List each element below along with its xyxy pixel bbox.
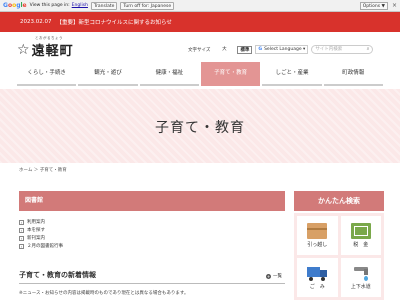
turn-off-button[interactable]: Turn off for: Japanese bbox=[120, 1, 175, 10]
font-size-label: 文字サイズ bbox=[188, 47, 211, 53]
tile-label: 引っ越し bbox=[307, 242, 328, 248]
tile-label: 税 金 bbox=[353, 242, 369, 248]
link-label[interactable]: ２月の図書館行事 bbox=[27, 243, 63, 249]
moving-box-icon bbox=[307, 223, 328, 239]
page-title: 子育て・教育 bbox=[155, 120, 245, 136]
quick-search-water[interactable]: 上下水道 bbox=[340, 258, 381, 297]
list-item[interactable]: › ２月の図書館行事 bbox=[19, 242, 63, 250]
breadcrumb[interactable]: ホーム ＞ 子育て・教育 bbox=[19, 167, 67, 173]
garbage-truck-icon bbox=[307, 265, 328, 281]
google-translate-bar: Google View this page in: English Transl… bbox=[0, 0, 400, 12]
nav-item-health[interactable]: 健康・福祉 bbox=[139, 62, 199, 86]
site-header: ☆ とおがるちょう 遠軽町 文字サイズ 大 標準 G Select Langua… bbox=[0, 32, 400, 62]
site-search-input[interactable]: サイト内検索 ⌕ bbox=[311, 45, 374, 54]
chevron-down-icon: ▾ bbox=[301, 46, 306, 52]
language-link[interactable]: English bbox=[72, 3, 88, 8]
font-size-standard-button[interactable]: 標準 bbox=[237, 45, 253, 54]
language-select-label: Select Language bbox=[264, 46, 302, 52]
link-label[interactable]: 利用案内 bbox=[27, 219, 45, 225]
water-tap-icon bbox=[351, 265, 371, 281]
view-page-label: View this page in: bbox=[29, 3, 70, 8]
news-more-label[interactable]: 一覧 bbox=[273, 273, 282, 279]
star-icon: ☆ bbox=[17, 41, 30, 58]
list-item[interactable]: › 本を探す bbox=[19, 226, 63, 234]
nav-item-tourism[interactable]: 観光・遊び bbox=[78, 62, 138, 86]
search-icon[interactable]: ⌕ bbox=[367, 46, 370, 54]
tile-label: 上下水道 bbox=[350, 284, 371, 290]
tile-label: ご み bbox=[309, 284, 325, 290]
quick-search-heading: かんたん検索 bbox=[294, 191, 384, 211]
quick-search-tax[interactable]: 税 金 bbox=[340, 216, 381, 255]
google-logo: Google bbox=[3, 2, 27, 9]
language-select[interactable]: G Select Language ▾ bbox=[255, 45, 309, 54]
nav-item-childcare[interactable]: 子育て・教育 bbox=[200, 62, 261, 86]
header-tools: 文字サイズ 大 標準 G Select Language ▾ サイト内検索 ⌕ bbox=[188, 45, 374, 54]
nav-item-work[interactable]: しごと・産業 bbox=[262, 62, 322, 86]
options-button[interactable]: Options ▼ bbox=[359, 1, 388, 10]
global-nav: くらし・手続き 観光・遊び 健康・福祉 子育て・教育 しごと・産業 町政情報 bbox=[17, 62, 383, 86]
close-icon[interactable]: × bbox=[392, 2, 397, 9]
news-heading: 子育て・教育の新着情報 bbox=[19, 271, 96, 279]
arrow-right-icon: › bbox=[19, 227, 24, 233]
page-hero: 子育て・教育 bbox=[0, 89, 400, 163]
arrow-right-icon: › bbox=[19, 219, 24, 225]
arrow-right-icon: › bbox=[19, 243, 24, 249]
alert-link[interactable]: 【重要】新型コロナウイルスに関するお知らせ bbox=[57, 18, 172, 26]
google-g-icon: G bbox=[258, 46, 263, 52]
tax-icon bbox=[350, 223, 371, 239]
divider bbox=[19, 283, 285, 284]
logo-ruby: とおがるちょう bbox=[35, 36, 63, 40]
list-item[interactable]: › 利用案内 bbox=[19, 218, 63, 226]
nav-item-town-info[interactable]: 町政情報 bbox=[323, 62, 383, 86]
emergency-alert-bar[interactable]: 2023.02.07 【重要】新型コロナウイルスに関するお知らせ bbox=[0, 12, 400, 32]
news-notice: ※ニュース・お知らせの内容は掲載時のものであり現在とは異なる場合もあります。 bbox=[19, 291, 189, 296]
quick-search-garbage[interactable]: ご み bbox=[297, 258, 338, 297]
link-label[interactable]: 本を探す bbox=[27, 227, 45, 233]
quick-search-moving[interactable]: 引っ越し bbox=[297, 216, 338, 255]
quick-search-grid: 引っ越し 税 金 ご み 上下水道 bbox=[294, 213, 384, 300]
site-logo[interactable]: ☆ とおがるちょう 遠軽町 bbox=[17, 36, 74, 59]
font-size-large-button[interactable]: 大 bbox=[214, 46, 234, 54]
library-heading[interactable]: 図書館 bbox=[19, 191, 285, 211]
nav-item-living[interactable]: くらし・手続き bbox=[17, 62, 77, 86]
plus-icon: + bbox=[266, 273, 271, 279]
list-item[interactable]: › 新刊案内 bbox=[19, 234, 63, 242]
alert-date: 2023.02.07 bbox=[20, 19, 52, 25]
news-more-link[interactable]: + 一覧 bbox=[266, 273, 282, 279]
arrow-right-icon: › bbox=[19, 235, 24, 241]
library-links: › 利用案内 › 本を探す › 新刊案内 › ２月の図書館行事 bbox=[19, 218, 63, 250]
search-placeholder: サイト内検索 bbox=[315, 47, 343, 52]
translate-button[interactable]: Translate bbox=[90, 1, 118, 10]
link-label[interactable]: 新刊案内 bbox=[27, 235, 45, 241]
logo-name: 遠軽町 bbox=[31, 44, 74, 59]
